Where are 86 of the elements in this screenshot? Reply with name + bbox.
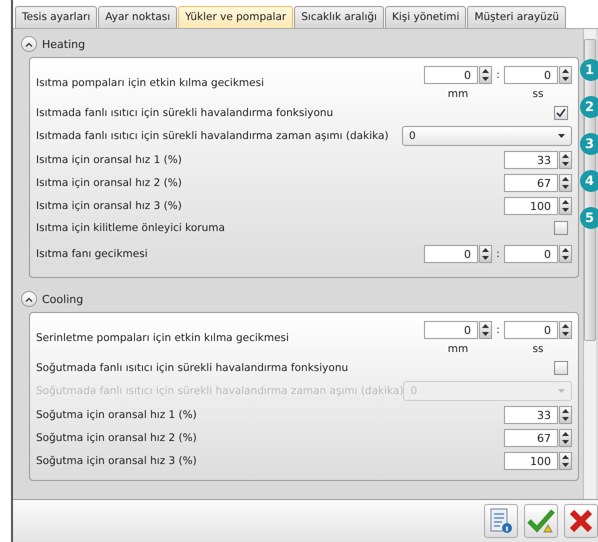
- setting-label: Isıtma pompaları için etkin kılma gecikmesi: [36, 77, 265, 89]
- down-arrow-icon[interactable]: [562, 416, 569, 420]
- down-arrow-icon[interactable]: [482, 332, 489, 336]
- tab[interactable]: Müşteri arayüzü: [467, 6, 566, 28]
- checkbox[interactable]: [554, 361, 568, 375]
- setting-label: Soğutma için oransal hız 3 (%): [36, 454, 198, 466]
- time-separator: :: [495, 248, 501, 260]
- number-field[interactable]: 67: [504, 174, 558, 192]
- info-document-button[interactable]: [484, 504, 518, 538]
- number-field[interactable]: 100: [504, 196, 558, 214]
- setting-label: Isıtmada fanlı ısıtıcı için sürekli havalandırma zaman aşımı (dakika): [36, 130, 390, 142]
- setting-label: Isıtma için oransal hız 3 (%): [36, 200, 183, 212]
- up-arrow-icon[interactable]: [562, 454, 569, 458]
- spin-buttons[interactable]: [559, 452, 572, 470]
- up-arrow-icon[interactable]: [482, 248, 489, 252]
- checkbox[interactable]: [554, 221, 568, 235]
- number-field[interactable]: 0: [504, 245, 558, 263]
- setting-label: Isıtma fanı gecikmesi: [36, 248, 149, 260]
- unit-label: ss: [532, 88, 544, 100]
- up-arrow-icon[interactable]: [562, 200, 569, 204]
- section-title: Cooling: [42, 292, 84, 306]
- setting-label: Isıtma için oransal hız 2 (%): [36, 176, 183, 188]
- checkbox[interactable]: [554, 106, 568, 120]
- down-arrow-icon[interactable]: [562, 332, 569, 336]
- up-arrow-icon[interactable]: [562, 324, 569, 328]
- number-field[interactable]: 0: [424, 321, 478, 339]
- up-arrow-icon[interactable]: [562, 408, 569, 412]
- setting-label: Soğutma için oransal hız 1 (%): [36, 408, 198, 420]
- spin-buttons[interactable]: [559, 245, 572, 263]
- down-arrow-icon[interactable]: [562, 256, 569, 260]
- spin-buttons[interactable]: [559, 428, 572, 446]
- spin-buttons[interactable]: [559, 174, 572, 192]
- spin-buttons[interactable]: [559, 321, 572, 339]
- spin-buttons[interactable]: [559, 66, 572, 84]
- time-separator: :: [495, 324, 501, 336]
- spin-buttons[interactable]: [559, 196, 572, 214]
- up-arrow-icon[interactable]: [482, 324, 489, 328]
- setting-label: Isıtmada fanlı ısıtıcı için sürekli havalandırma fonksiyonu: [36, 107, 334, 119]
- setting-label: Isıtma için oransal hız 1 (%): [36, 154, 183, 166]
- down-arrow-icon[interactable]: [562, 77, 569, 81]
- time-separator: :: [495, 69, 501, 81]
- confirm-button[interactable]: [524, 504, 558, 538]
- down-arrow-icon[interactable]: [482, 256, 489, 260]
- unit-label: mm: [446, 88, 470, 100]
- number-field[interactable]: 33: [504, 406, 558, 424]
- spin-buttons[interactable]: [559, 150, 572, 168]
- up-arrow-icon[interactable]: [482, 69, 489, 73]
- spin-buttons[interactable]: [479, 245, 492, 263]
- number-field[interactable]: 0: [424, 245, 478, 263]
- number-field[interactable]: 0: [504, 66, 558, 84]
- spin-buttons[interactable]: [479, 321, 492, 339]
- setting-label: Isıtma için kilitleme önleyici koruma: [36, 222, 226, 234]
- down-arrow-icon[interactable]: [562, 208, 569, 212]
- unit-label: mm: [446, 343, 470, 355]
- unit-label: ss: [532, 343, 544, 355]
- setting-label: Soğutmada fanlı ısıtıcı için sürekli havalandırma fonksiyonu: [36, 362, 350, 374]
- down-arrow-icon[interactable]: [562, 462, 569, 466]
- down-arrow-icon[interactable]: [562, 162, 569, 166]
- up-arrow-icon[interactable]: [562, 69, 569, 73]
- number-field[interactable]: 100: [504, 452, 558, 470]
- collapse-icon[interactable]: [21, 291, 37, 307]
- number-field[interactable]: 67: [504, 428, 558, 446]
- spin-buttons[interactable]: [559, 406, 572, 424]
- dropdown[interactable]: 0: [402, 126, 572, 146]
- tab[interactable]: Ayar noktası: [98, 6, 178, 28]
- tab[interactable]: Kişi yönetimi: [384, 6, 466, 28]
- number-field[interactable]: 33: [504, 150, 558, 168]
- spin-buttons[interactable]: [479, 66, 492, 84]
- up-arrow-icon[interactable]: [562, 154, 569, 158]
- tab[interactable]: Sıcaklık aralığı: [294, 6, 384, 28]
- down-arrow-icon[interactable]: [562, 184, 569, 188]
- up-arrow-icon[interactable]: [562, 248, 569, 252]
- setting-label: Soğutma için oransal hız 2 (%): [36, 432, 198, 444]
- setting-label: Serinletme pompaları için etkin kılma gecikmesi: [36, 332, 290, 344]
- up-arrow-icon[interactable]: [562, 432, 569, 436]
- number-field[interactable]: 0: [504, 321, 558, 339]
- down-arrow-icon[interactable]: [562, 440, 569, 444]
- section-title: Heating: [42, 38, 86, 50]
- up-arrow-icon[interactable]: [562, 176, 569, 180]
- caret-icon[interactable]: [558, 134, 565, 138]
- number-field[interactable]: 0: [424, 66, 478, 84]
- cancel-button[interactable]: [564, 504, 598, 538]
- tab[interactable]: Yükler ve pompalar: [178, 6, 294, 28]
- down-arrow-icon[interactable]: [482, 77, 489, 81]
- tab[interactable]: Tesis ayarları: [15, 6, 98, 28]
- collapse-icon[interactable]: [21, 36, 37, 52]
